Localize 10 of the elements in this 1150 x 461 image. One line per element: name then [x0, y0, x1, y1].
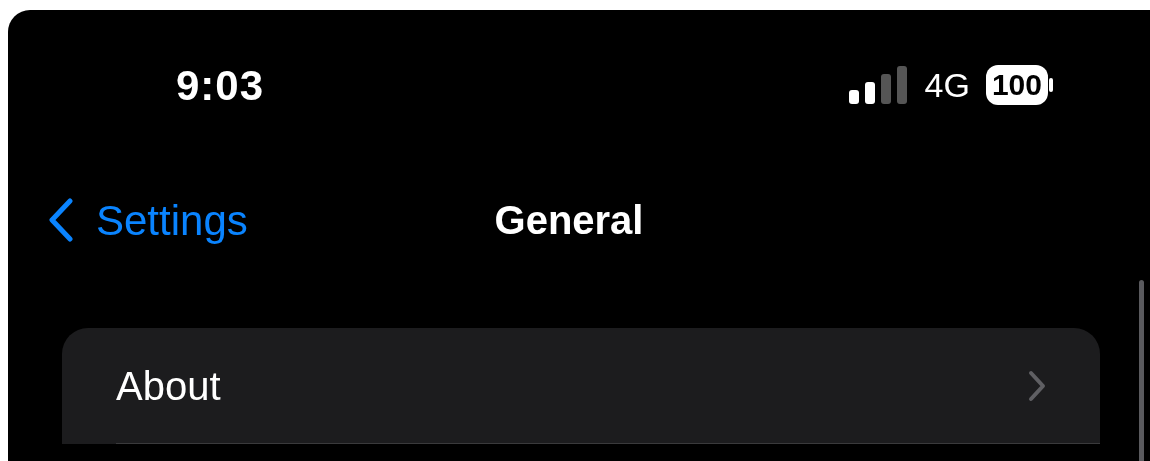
signal-icon	[848, 66, 909, 104]
battery-icon: 100	[985, 65, 1048, 105]
settings-row[interactable]: About	[62, 328, 1100, 443]
network-label: 4G	[924, 64, 970, 106]
page-title: General	[494, 197, 644, 244]
back-button[interactable]: Settings	[8, 188, 248, 252]
back-chevron-icon	[48, 198, 74, 242]
battery-tip-icon	[1048, 78, 1054, 92]
status-time: 9:03	[176, 60, 265, 111]
chevron-icon	[1028, 369, 1046, 402]
